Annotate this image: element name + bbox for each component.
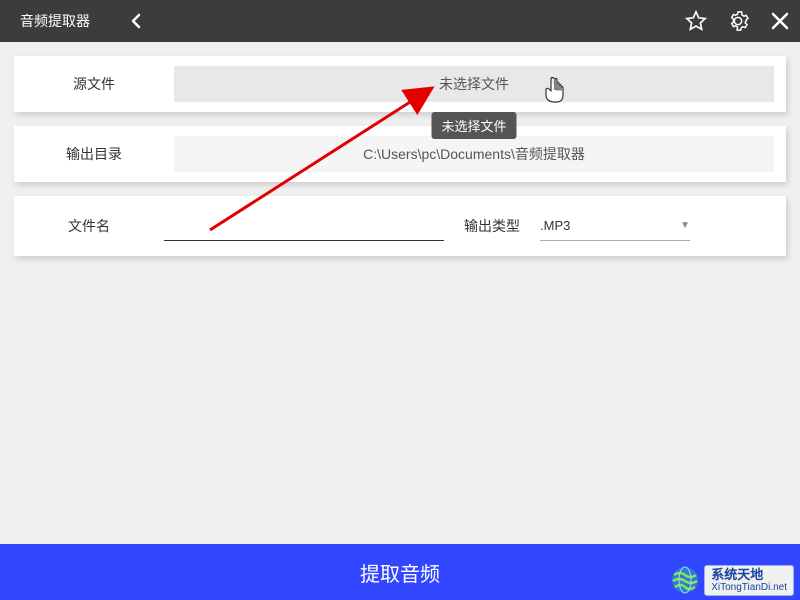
watermark-name: 系统天地 xyxy=(711,568,787,582)
star-icon[interactable] xyxy=(684,9,708,33)
filename-input[interactable] xyxy=(164,211,444,241)
output-dir-panel: 输出目录 C:\Users\pc\Documents\音频提取器 xyxy=(14,126,786,182)
globe-icon xyxy=(670,565,700,595)
source-file-tooltip: 未选择文件 xyxy=(431,112,516,139)
titlebar-actions xyxy=(684,9,792,33)
gear-icon[interactable] xyxy=(726,9,750,33)
watermark-url: XiTongTianDi.net xyxy=(711,582,787,593)
close-icon[interactable] xyxy=(768,9,792,33)
chevron-down-icon: ▼ xyxy=(680,220,690,231)
extract-button-label: 提取音频 xyxy=(360,558,440,587)
output-dir-value: C:\Users\pc\Documents\音频提取器 xyxy=(363,144,585,164)
output-dir-field[interactable]: C:\Users\pc\Documents\音频提取器 xyxy=(174,136,774,172)
source-file-value: 未选择文件 xyxy=(439,74,509,94)
back-button[interactable] xyxy=(130,13,142,29)
source-file-label: 源文件 xyxy=(14,74,174,94)
source-file-field[interactable]: 未选择文件 未选择文件 xyxy=(174,66,774,102)
output-format-select[interactable]: .MP3 ▼ xyxy=(540,211,690,241)
watermark-text: 系统天地 XiTongTianDi.net xyxy=(704,565,794,596)
watermark: 系统天地 XiTongTianDi.net xyxy=(670,565,794,596)
source-file-panel: 源文件 未选择文件 未选择文件 xyxy=(14,56,786,112)
output-dir-label: 输出目录 xyxy=(14,144,174,164)
filename-label: 文件名 xyxy=(14,216,164,236)
titlebar: 音频提取器 xyxy=(0,0,800,42)
app-title: 音频提取器 xyxy=(20,11,90,31)
output-type-label: 输出类型 xyxy=(464,216,520,236)
filename-panel: 文件名 输出类型 .MP3 ▼ xyxy=(14,196,786,256)
output-format-value: .MP3 xyxy=(540,218,570,233)
